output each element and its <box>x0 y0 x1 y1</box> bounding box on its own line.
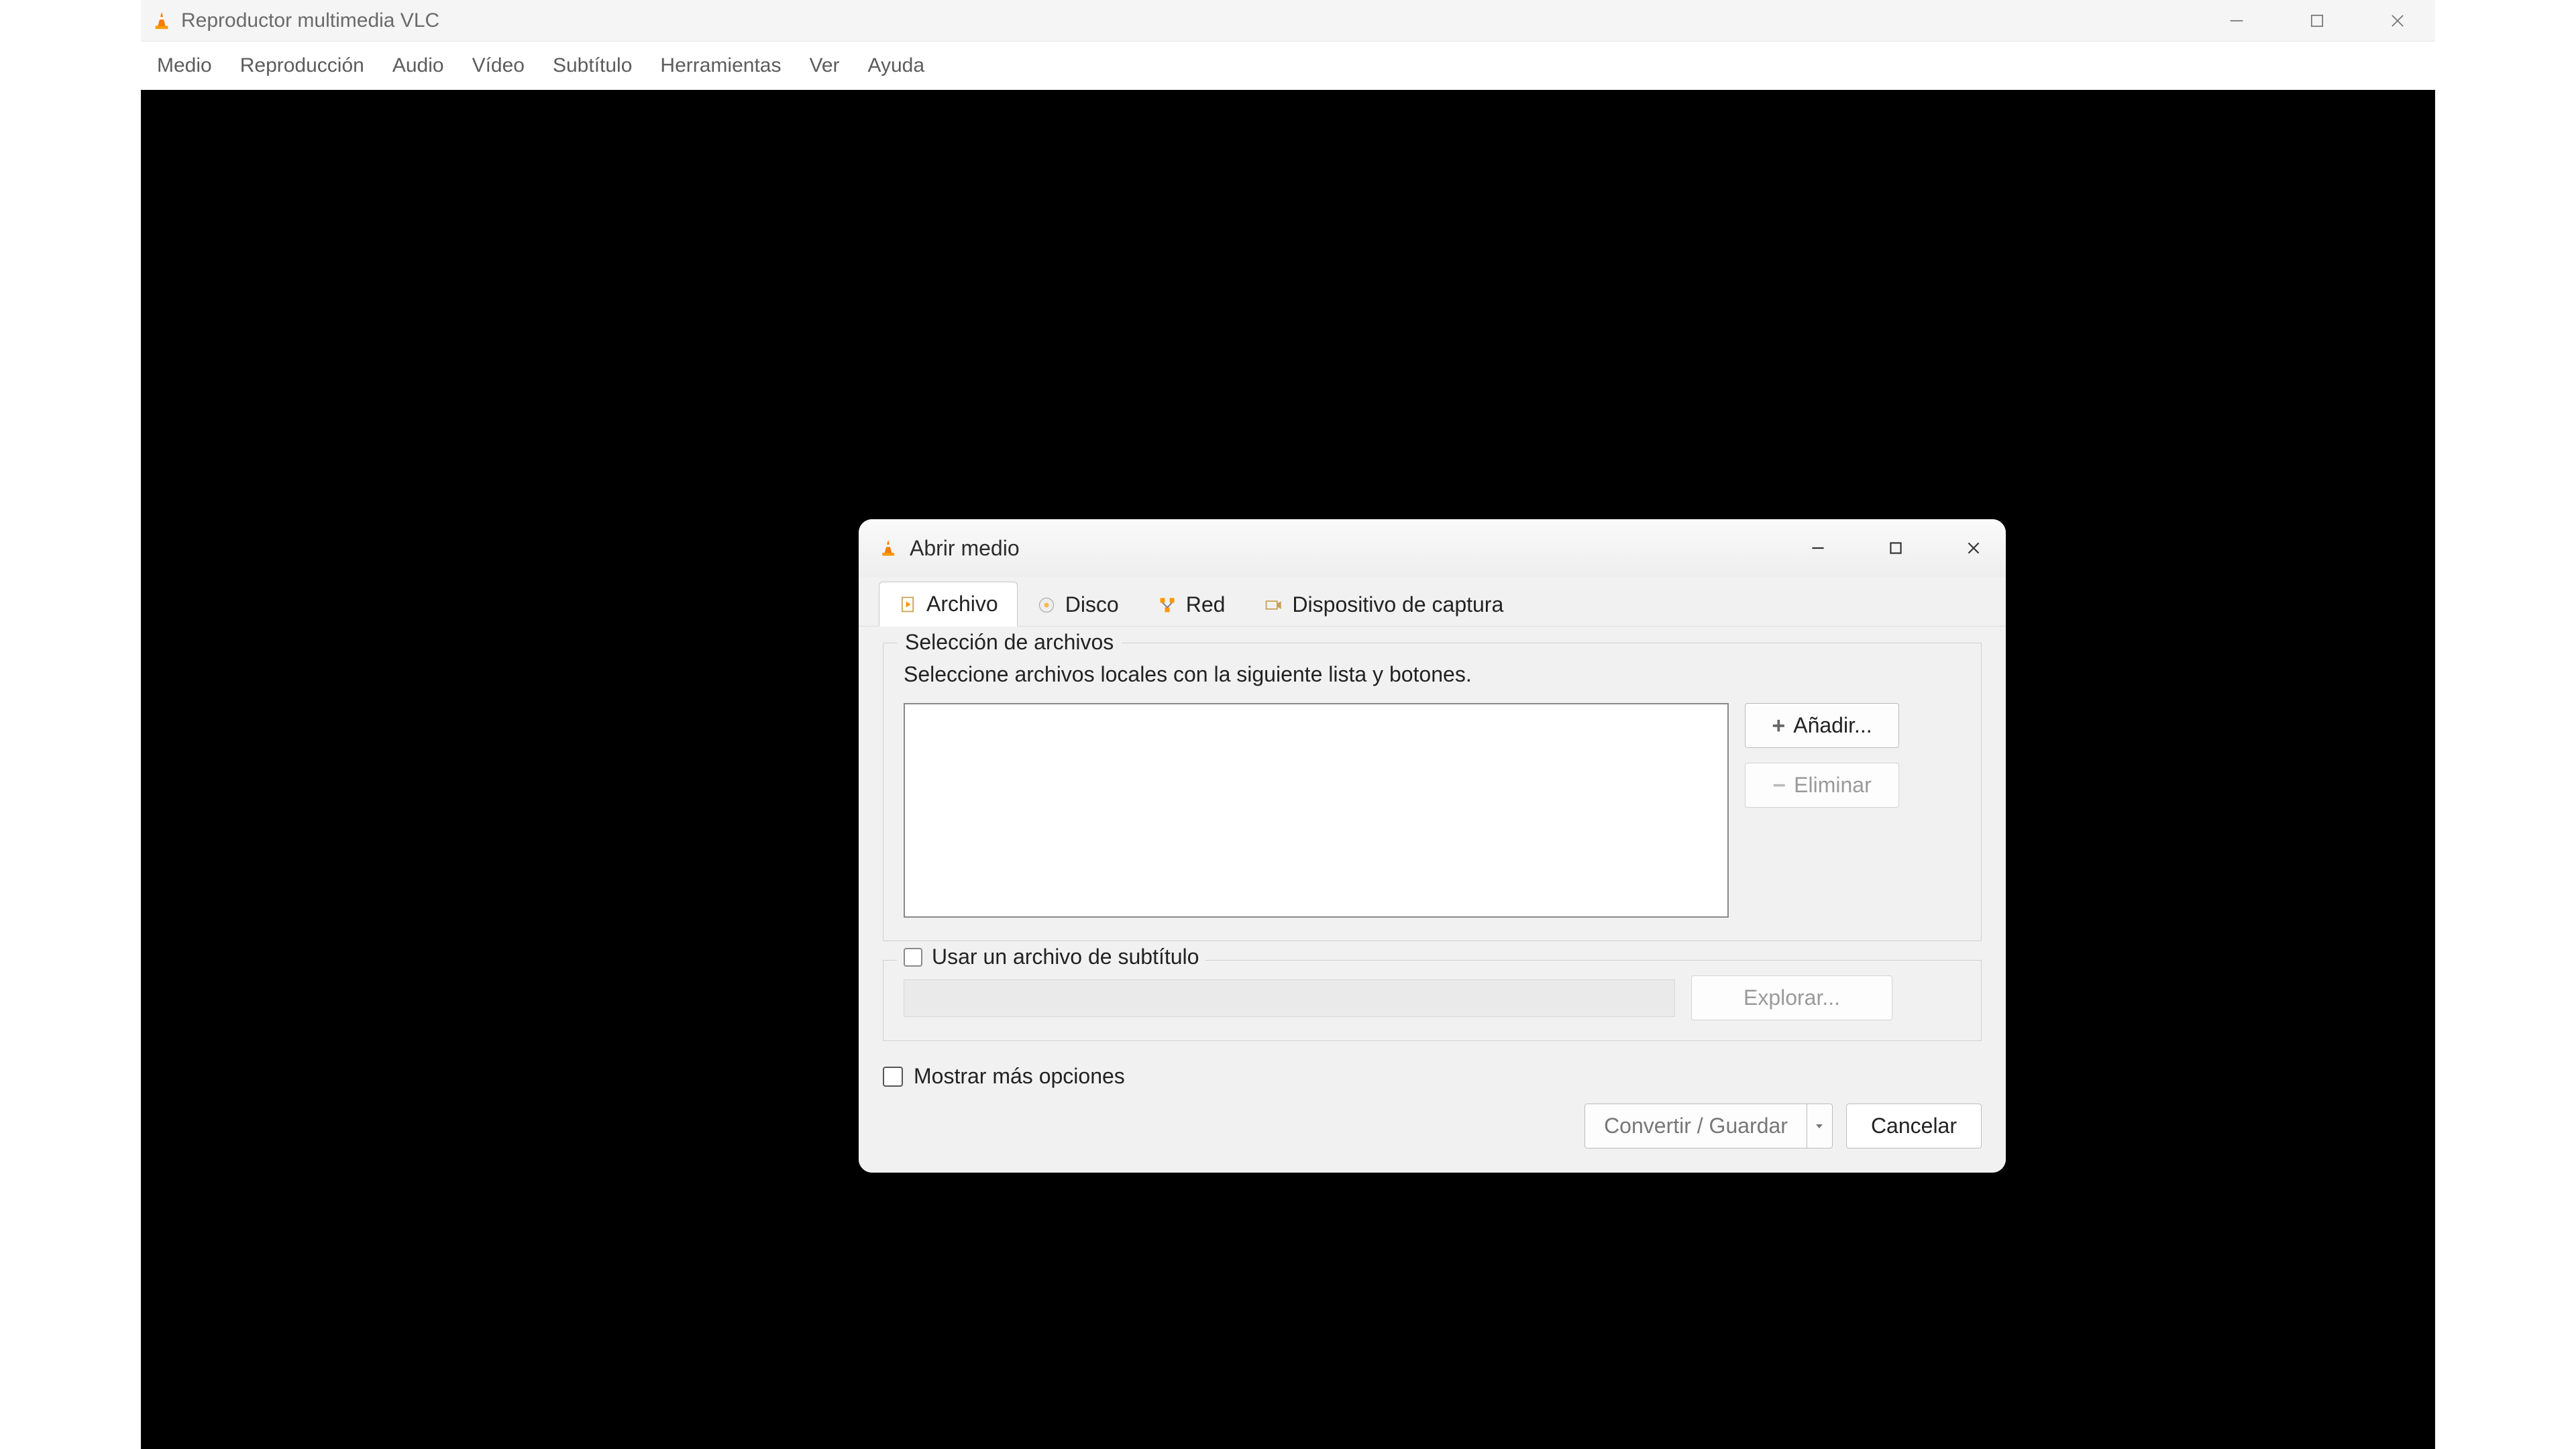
maximize-button[interactable] <box>2304 7 2330 34</box>
dialog-footer: Convertir / Guardar Cancelar <box>859 1095 2006 1173</box>
titlebar: Reproductor multimedia VLC <box>141 0 2435 42</box>
remove-file-label: Eliminar <box>1794 773 1872 798</box>
convert-save-dropdown[interactable] <box>1807 1104 1833 1148</box>
window-title: Reproductor multimedia VLC <box>181 9 439 32</box>
subtitle-legend: Usar un archivo de subtítulo <box>897 945 1205 969</box>
menu-ver[interactable]: Ver <box>805 50 843 81</box>
titlebar-left: Reproductor multimedia VLC <box>152 9 439 32</box>
vlc-cone-icon <box>879 539 898 557</box>
close-button[interactable] <box>2384 7 2411 34</box>
file-selection-hint: Seleccione archivos locales con la sigui… <box>904 662 1961 687</box>
dialog-body: Selección de archivos Seleccione archivo… <box>859 627 2006 1048</box>
vlc-cone-icon <box>152 11 172 31</box>
more-options-row: Mostrar más opciones <box>859 1048 2006 1095</box>
subtitle-browse-button[interactable]: Explorar... <box>1691 975 1892 1020</box>
video-canvas: Abrir medio Archivo Disco <box>141 90 2435 1449</box>
menu-subtitulo[interactable]: Subtítulo <box>549 50 636 81</box>
menu-herramientas[interactable]: Herramientas <box>656 50 785 81</box>
disc-icon <box>1037 596 1056 614</box>
dialog-tabs: Archivo Disco Red Dispositivo de captura <box>859 577 2006 627</box>
subtitle-checkbox-label: Usar un archivo de subtítulo <box>932 945 1199 969</box>
dialog-maximize-button[interactable] <box>1884 536 1908 560</box>
file-selection-group: Selección de archivos Seleccione archivo… <box>883 643 1982 941</box>
open-media-dialog: Abrir medio Archivo Disco <box>859 519 2006 1173</box>
tab-label: Dispositivo de captura <box>1292 592 1503 617</box>
menu-medio[interactable]: Medio <box>153 50 216 81</box>
file-row: + Añadir... − Eliminar <box>904 703 1961 918</box>
tab-label: Red <box>1186 592 1226 617</box>
menu-audio[interactable]: Audio <box>388 50 448 81</box>
plus-icon: + <box>1772 714 1785 737</box>
minus-icon: − <box>1772 774 1786 797</box>
menu-video[interactable]: Vídeo <box>468 50 529 81</box>
dialog-titlebar: Abrir medio <box>859 519 2006 577</box>
subtitle-group: Usar un archivo de subtítulo Explorar... <box>883 960 1982 1041</box>
menu-reproduccion[interactable]: Reproducción <box>236 50 368 81</box>
chevron-down-icon <box>1814 1121 1825 1132</box>
menu-ayuda[interactable]: Ayuda <box>864 50 929 81</box>
minimize-button[interactable] <box>2223 7 2250 34</box>
tab-captura[interactable]: Dispositivo de captura <box>1244 582 1523 627</box>
file-buttons: + Añadir... − Eliminar <box>1745 703 1899 808</box>
main-window: Reproductor multimedia VLC Medio Reprodu… <box>141 0 2435 1449</box>
convert-save-label: Convertir / Guardar <box>1604 1114 1788 1138</box>
menubar: Medio Reproducción Audio Vídeo Subtítulo… <box>141 42 2435 90</box>
file-icon <box>898 595 917 614</box>
subtitle-browse-label: Explorar... <box>1743 985 1840 1010</box>
tab-red[interactable]: Red <box>1138 582 1245 627</box>
add-file-label: Añadir... <box>1793 713 1872 738</box>
more-options-label: Mostrar más opciones <box>914 1064 1125 1089</box>
more-options-checkbox[interactable] <box>883 1067 903 1087</box>
dialog-close-button[interactable] <box>1962 536 1986 560</box>
cancel-label: Cancelar <box>1871 1114 1957 1138</box>
remove-file-button[interactable]: − Eliminar <box>1745 763 1899 808</box>
convert-save-split-button: Convertir / Guardar <box>1585 1104 1833 1148</box>
tab-archivo[interactable]: Archivo <box>879 582 1018 627</box>
subtitle-checkbox[interactable] <box>904 948 922 967</box>
network-icon <box>1158 596 1177 614</box>
file-list[interactable] <box>904 703 1729 918</box>
tab-disco[interactable]: Disco <box>1018 582 1138 627</box>
tab-label: Disco <box>1065 592 1119 617</box>
file-selection-legend: Selección de archivos <box>897 630 1122 655</box>
tab-label: Archivo <box>926 592 998 616</box>
dialog-minimize-button[interactable] <box>1806 536 1830 560</box>
capture-icon <box>1264 596 1283 614</box>
dialog-window-controls <box>1806 536 1986 560</box>
dialog-titlebar-left: Abrir medio <box>879 536 1020 561</box>
window-controls <box>2223 7 2424 34</box>
cancel-button[interactable]: Cancelar <box>1846 1104 1982 1148</box>
add-file-button[interactable]: + Añadir... <box>1745 703 1899 748</box>
dialog-title: Abrir medio <box>910 536 1020 561</box>
convert-save-button[interactable]: Convertir / Guardar <box>1585 1104 1807 1148</box>
subtitle-row: Explorar... <box>904 975 1961 1020</box>
subtitle-path-input <box>904 979 1675 1017</box>
